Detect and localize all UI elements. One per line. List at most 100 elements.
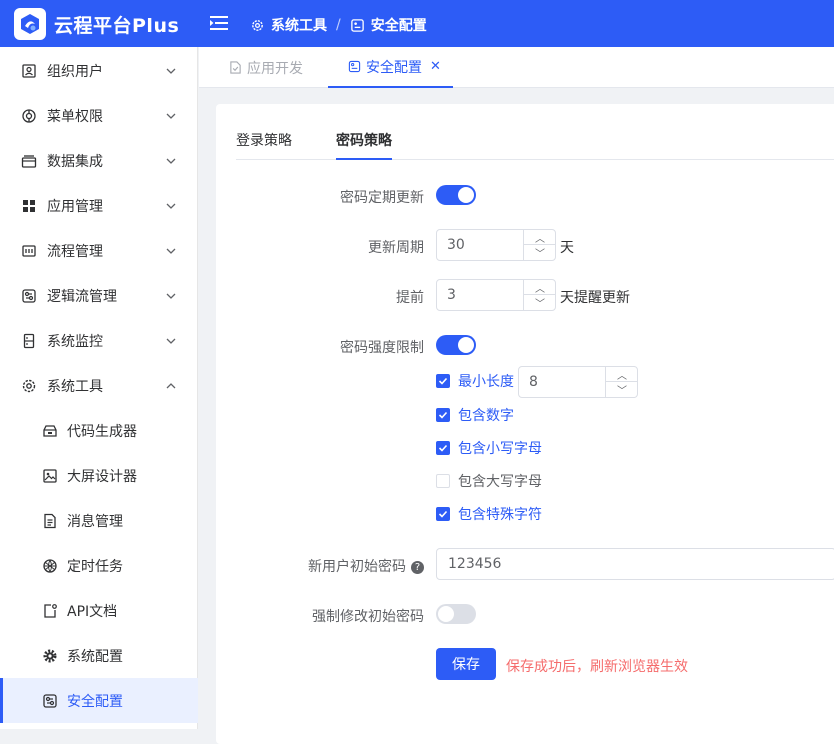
advance-days-value: 3 <box>447 287 456 303</box>
checkbox-label: 包含大写字母 <box>458 474 542 490</box>
org-user-icon <box>22 63 36 78</box>
init-password-input[interactable]: 123456 <box>436 548 834 580</box>
timer-icon <box>43 558 57 573</box>
force-change-label: 强制修改初始密码 <box>312 609 424 625</box>
help-icon[interactable]: ? <box>411 560 424 574</box>
advance-days-input[interactable]: 3 ︿ ﹀ <box>436 279 556 311</box>
include-special-checkbox[interactable]: 包含特殊字符 <box>436 504 542 524</box>
sidebar-item-label: 消息管理 <box>67 513 123 530</box>
chevron-down-icon <box>166 68 176 74</box>
update-cycle-value: 30 <box>447 237 465 253</box>
chevron-down-icon <box>166 293 176 299</box>
sidebar-item-label: API文档 <box>67 603 118 620</box>
page-tabs: 应用开发 安全配置 ✕ <box>199 47 834 88</box>
init-password-label-text: 新用户初始密码 <box>308 559 406 575</box>
document-icon <box>44 513 56 528</box>
sidebar-item-label: 数据集成 <box>47 153 103 170</box>
chevron-down-icon <box>166 158 176 164</box>
top-header: 云程平台Plus 系统工具 / 安全配置 <box>0 0 834 47</box>
sidebar-item-system-config[interactable]: 系统配置 <box>0 633 198 678</box>
app-logo[interactable] <box>14 8 46 40</box>
stepper-buttons: ︿ ﹀ <box>605 367 638 397</box>
save-button[interactable]: 保存 <box>436 648 496 680</box>
periodic-update-switch[interactable] <box>436 185 476 205</box>
security-config-icon <box>43 693 57 708</box>
sidebar-item-org-user[interactable]: 组织用户 <box>0 48 198 93</box>
sidebar-item-code-generator[interactable]: 代码生成器 <box>0 408 198 453</box>
sidebar-item-label: 系统配置 <box>67 648 123 665</box>
sidebar-item-label: 组织用户 <box>47 63 103 80</box>
update-cycle-label: 更新周期 <box>368 240 424 256</box>
sidebar-item-system-tools[interactable]: 系统工具 <box>0 363 198 408</box>
init-password-label: 新用户初始密码? <box>256 556 424 576</box>
tab-security-config[interactable]: 安全配置 ✕ <box>328 47 453 88</box>
advance-unit: 天提醒更新 <box>560 290 630 306</box>
sidebar-item-label: 流程管理 <box>47 243 103 260</box>
include-digits-checkbox[interactable]: 包含数字 <box>436 405 514 425</box>
data-integration-icon <box>21 154 37 168</box>
sidebar-item-label: 系统工具 <box>47 378 103 395</box>
gear-icon <box>22 379 36 392</box>
content-card: 登录策略 密码策略 密码定期更新 更新周期 30 ︿ ﹀ 天 提前 3 ︿ ﹀ … <box>216 104 834 744</box>
chevron-down-icon <box>166 203 176 209</box>
sidebar-item-label: 大屏设计器 <box>67 468 137 485</box>
sidebar-item-api-doc[interactable]: API文档 <box>0 588 198 633</box>
min-length-checkbox[interactable]: 最小长度 <box>436 371 514 391</box>
check-icon <box>436 408 450 422</box>
sidebar-item-message-management[interactable]: 消息管理 <box>0 498 198 543</box>
tab-app-development[interactable]: 应用开发 <box>229 47 303 88</box>
sidebar-item-menu-permission[interactable]: 菜单权限 <box>0 93 198 138</box>
chevron-up-icon <box>166 382 176 388</box>
security-config-icon <box>348 60 361 73</box>
checkbox-label: 包含特殊字符 <box>458 507 542 523</box>
sidebar-item-flow-management[interactable]: 流程管理 <box>0 228 198 273</box>
sidebar-item-data-integration[interactable]: 数据集成 <box>0 138 198 183</box>
collapse-menu-icon[interactable] <box>210 15 228 31</box>
decrease-button[interactable]: ﹀ <box>524 295 556 310</box>
checkbox-label: 包含数字 <box>458 408 514 424</box>
sidebar-item-app-management[interactable]: 应用管理 <box>0 183 198 228</box>
chevron-down-icon <box>166 248 176 254</box>
document-icon <box>230 61 241 74</box>
sidebar-item-logic-flow[interactable]: 逻辑流管理 <box>0 273 198 318</box>
sidebar-item-system-monitor[interactable]: 系统监控 <box>0 318 198 363</box>
increase-button[interactable]: ︿ <box>606 367 638 382</box>
update-cycle-unit: 天 <box>560 240 574 256</box>
tab-label: 应用开发 <box>247 60 303 77</box>
decrease-button[interactable]: ﹀ <box>606 382 638 397</box>
min-length-value: 8 <box>529 374 538 390</box>
breadcrumb: 系统工具 / 安全配置 <box>250 15 427 35</box>
sidebar-item-label: 安全配置 <box>67 693 123 710</box>
increase-button[interactable]: ︿ <box>524 280 556 295</box>
strength-limit-switch[interactable] <box>436 335 476 355</box>
include-lowercase-checkbox[interactable]: 包含小写字母 <box>436 438 542 458</box>
breadcrumb-parent[interactable]: 系统工具 <box>271 15 327 35</box>
monitor-icon <box>23 333 35 348</box>
logic-flow-icon <box>22 288 36 303</box>
increase-button[interactable]: ︿ <box>524 230 556 245</box>
sidebar-item-screen-designer[interactable]: 大屏设计器 <box>0 453 198 498</box>
save-tip: 保存成功后，刷新浏览器生效 <box>506 659 688 675</box>
sidebar-item-security-config[interactable]: 安全配置 <box>0 678 198 723</box>
app-grid-icon <box>23 199 35 212</box>
security-config-icon <box>350 18 364 32</box>
breadcrumb-current: 安全配置 <box>370 18 427 34</box>
include-uppercase-checkbox[interactable]: 包含大写字母 <box>436 471 542 491</box>
close-icon[interactable]: ✕ <box>430 59 441 74</box>
stepper-buttons: ︿ ﹀ <box>523 230 556 260</box>
tab-password-policy[interactable]: 密码策略 <box>336 130 392 160</box>
sidebar: 组织用户 菜单权限 数据集成 应用管理 流程管理 逻辑流管理 系统监控 系统工具 <box>0 47 198 729</box>
force-change-switch[interactable] <box>436 604 476 624</box>
min-length-input[interactable]: 8 ︿ ﹀ <box>518 366 638 398</box>
init-password-value: 123456 <box>448 556 502 572</box>
code-gen-icon <box>43 424 57 437</box>
tab-login-policy[interactable]: 登录策略 <box>236 130 292 160</box>
gear-icon <box>252 19 263 31</box>
decrease-button[interactable]: ﹀ <box>524 245 556 260</box>
sidebar-item-scheduled-task[interactable]: 定时任务 <box>0 543 198 588</box>
update-cycle-input[interactable]: 30 ︿ ﹀ <box>436 229 556 261</box>
check-icon <box>436 374 450 388</box>
switch-knob <box>458 187 474 203</box>
sidebar-item-label: 系统监控 <box>47 333 103 350</box>
policy-tabs: 登录策略 密码策略 <box>236 104 834 160</box>
